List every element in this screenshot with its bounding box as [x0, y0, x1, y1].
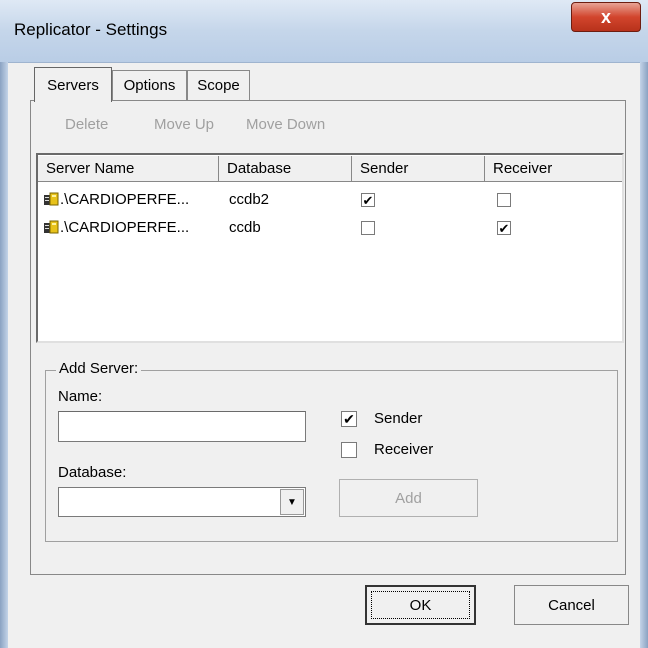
close-icon: x [600, 6, 611, 27]
check-icon: ✔ [343, 410, 355, 427]
row-1-database: ccdb2 [229, 191, 270, 208]
column-header-database[interactable]: Database [219, 156, 352, 182]
row-2-database: ccdb [229, 219, 261, 236]
receiver-checkbox-label[interactable]: Receiver [374, 441, 433, 458]
tab-options-label: Options [123, 77, 176, 94]
title-bar[interactable]: Replicator - Settings x [0, 0, 648, 63]
add-button-label: Add [395, 489, 422, 507]
column-header-label: Receiver [493, 160, 553, 177]
window-frame-right [640, 62, 648, 648]
dropdown-button[interactable]: ▼ [280, 489, 304, 515]
add-server-group-label: Add Server: [56, 360, 142, 377]
close-button[interactable]: x [571, 2, 641, 32]
row-1-receiver-checkbox[interactable] [497, 193, 511, 207]
column-header-label: Database [227, 160, 292, 177]
database-combobox[interactable]: ▼ [58, 487, 306, 517]
focus-ring [371, 591, 470, 619]
column-header-label: Sender [360, 160, 409, 177]
row-1-sender-checkbox[interactable]: ✔ [361, 193, 375, 207]
tab-options[interactable]: Options [112, 70, 187, 100]
server-icon [44, 220, 59, 234]
name-label: Name: [58, 388, 103, 405]
cancel-button[interactable]: Cancel [514, 585, 629, 625]
database-label: Database: [58, 464, 127, 481]
move-down-button[interactable]: Move Down [246, 116, 325, 133]
server-icon [44, 192, 59, 206]
window-title: Replicator - Settings [14, 20, 168, 39]
window-frame-left [0, 62, 8, 648]
ok-button[interactable]: OK [365, 585, 476, 625]
row-2-sender-checkbox[interactable] [361, 221, 375, 235]
tab-scope-label: Scope [197, 77, 240, 94]
row-1-server[interactable]: .\CARDIOPERFE... [60, 191, 189, 208]
column-header-server-name[interactable]: Server Name [38, 156, 219, 182]
column-header-sender[interactable]: Sender [352, 156, 485, 182]
row-2-server[interactable]: .\CARDIOPERFE... [60, 219, 189, 236]
sender-checkbox[interactable]: ✔ [341, 411, 357, 427]
column-header-label: Server Name [46, 160, 135, 177]
tab-servers-label: Servers [47, 76, 99, 94]
chevron-down-icon: ▼ [287, 496, 297, 508]
move-up-button[interactable]: Move Up [154, 116, 214, 133]
settings-window: Replicator - Settings x Servers Options … [0, 0, 648, 648]
tab-scope[interactable]: Scope [187, 70, 250, 100]
name-field[interactable] [58, 411, 306, 442]
row-2-receiver-checkbox[interactable]: ✔ [497, 221, 511, 235]
check-icon: ✔ [498, 220, 510, 236]
receiver-checkbox[interactable] [341, 442, 357, 458]
delete-button[interactable]: Delete [65, 116, 108, 133]
cancel-button-label: Cancel [548, 596, 595, 614]
check-icon: ✔ [362, 192, 374, 208]
column-header-receiver[interactable]: Receiver [485, 156, 622, 182]
sender-checkbox-label[interactable]: Sender [374, 410, 422, 427]
add-button[interactable]: Add [339, 479, 478, 517]
tab-servers[interactable]: Servers [34, 67, 112, 102]
